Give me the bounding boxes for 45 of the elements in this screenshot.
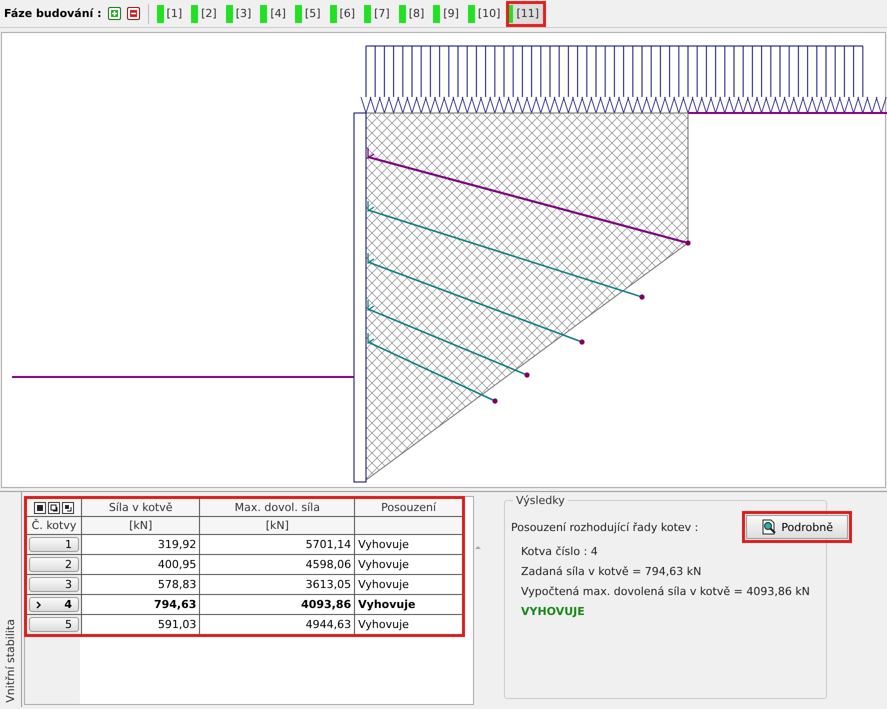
table-cell: 794,63 bbox=[82, 594, 200, 614]
row-header[interactable]: 3 bbox=[29, 577, 79, 592]
phase-tab[interactable]: [11] bbox=[509, 4, 544, 24]
group-title: Výsledky bbox=[513, 494, 568, 507]
table-cell: 4598,06 bbox=[200, 554, 355, 574]
column-header: Posouzení bbox=[354, 498, 462, 516]
table-cell: 4093,86 bbox=[200, 594, 355, 614]
phase-tab[interactable]: [10] bbox=[468, 4, 504, 24]
phase-tab[interactable]: [2] bbox=[191, 4, 221, 24]
result-line: Vypočtená max. dovolená síla v kotvě = 4093,86 kN bbox=[520, 585, 811, 598]
phase-tab[interactable]: [4] bbox=[260, 4, 290, 24]
table-cell: 400,95 bbox=[82, 554, 200, 574]
column-header: Max. dovol. síla bbox=[200, 498, 355, 516]
row-header[interactable]: 5 bbox=[29, 617, 79, 632]
unit-label: [kN] bbox=[82, 516, 200, 534]
table-cell: 578,83 bbox=[82, 574, 200, 594]
phase-tab[interactable]: [3] bbox=[226, 4, 256, 24]
row-header[interactable]: 2 bbox=[29, 557, 79, 572]
magnifier-document-icon bbox=[761, 519, 778, 535]
row-header[interactable]: 1 bbox=[29, 537, 79, 552]
row-header[interactable]: 4 bbox=[29, 597, 79, 612]
phase-tab[interactable]: [7] bbox=[364, 4, 394, 24]
phase-tab[interactable]: [6] bbox=[330, 4, 360, 24]
row-pointer-icon bbox=[36, 601, 41, 609]
remove-icon[interactable] bbox=[126, 7, 140, 20]
table-tool-icon[interactable] bbox=[62, 502, 74, 514]
add-icon[interactable] bbox=[108, 7, 121, 20]
phase-tab[interactable]: [5] bbox=[294, 4, 325, 24]
result-line: Kotva číslo : 4 bbox=[520, 545, 599, 558]
side-tab[interactable]: Vnitřní stabilita bbox=[4, 619, 17, 703]
column-header: Síla v kotvě bbox=[82, 498, 200, 516]
column-header: Č. kotvy bbox=[26, 516, 82, 534]
table-cell: 3613,05 bbox=[200, 574, 355, 594]
verdict-text: VYHOVUJE bbox=[520, 605, 586, 618]
result-line: Zadaná síla v kotvě = 794,63 kN bbox=[520, 565, 702, 578]
phase-tab[interactable]: [9] bbox=[433, 4, 463, 24]
table-tool-icon[interactable] bbox=[34, 502, 46, 514]
table-tool-icon[interactable] bbox=[48, 502, 60, 514]
phase-tab[interactable]: [8] bbox=[398, 4, 428, 24]
table-cell: 319,92 bbox=[82, 534, 200, 554]
toolbar-label: Fáze budování : bbox=[4, 7, 102, 20]
unit-label: [kN] bbox=[200, 516, 355, 534]
phase-tab[interactable]: [1] bbox=[156, 4, 186, 24]
table-cell: 5701,14 bbox=[200, 534, 355, 554]
results-heading: Posouzení rozhodující řady kotev : bbox=[511, 520, 698, 534]
